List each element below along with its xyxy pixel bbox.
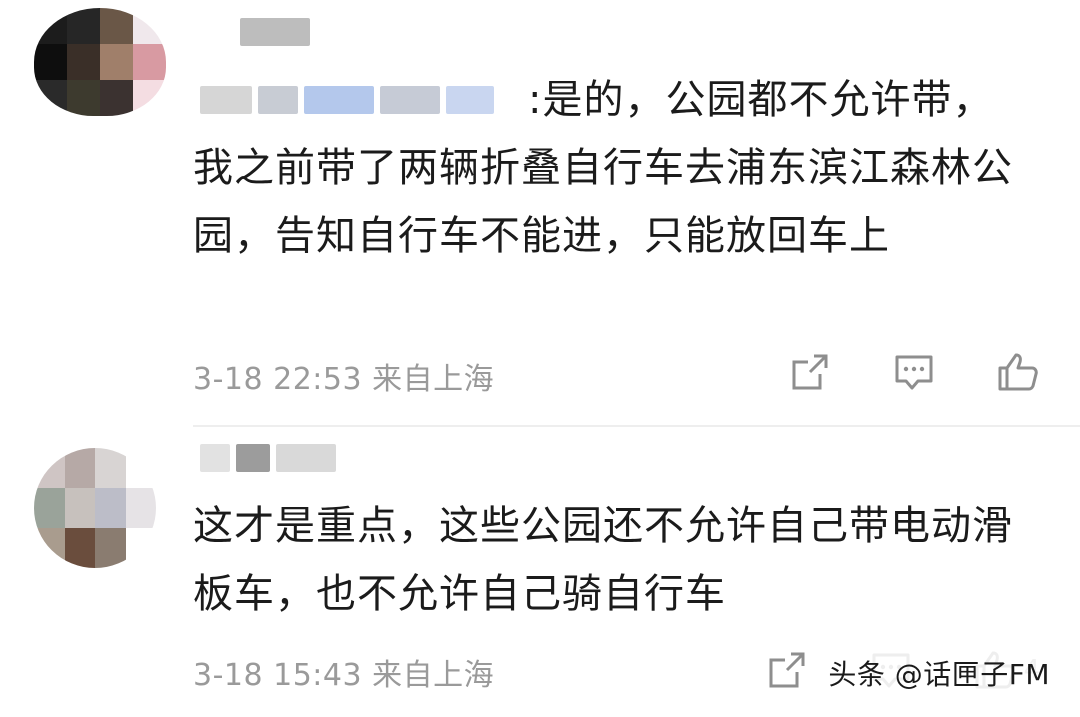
comment-actions <box>788 350 1040 394</box>
comment-text: :是的，公园都不允许带，我之前带了两辆折叠自行车去浦东滨江森林公园，告知自行车不… <box>193 66 1023 270</box>
avatar-pixel <box>34 44 67 80</box>
avatar-pixel <box>100 80 133 116</box>
avatar-pixel <box>67 8 100 44</box>
avatar-pixel <box>100 8 133 44</box>
thumbs-up-icon[interactable] <box>996 350 1040 394</box>
avatar-pixel <box>64 528 95 568</box>
avatar-pixel <box>95 528 126 568</box>
avatar[interactable] <box>34 8 166 116</box>
comment-icon[interactable] <box>892 350 936 394</box>
comment-body: :是的，公园都不允许带，我之前带了两辆折叠自行车去浦东滨江森林公园，告知自行车不… <box>193 77 1013 259</box>
avatar-pixel <box>95 448 126 488</box>
username-blurred[interactable] <box>200 444 336 472</box>
avatar-pixel <box>34 528 65 568</box>
avatar-pixel <box>95 488 126 528</box>
avatar-pixel <box>133 80 166 116</box>
avatar-pixel <box>133 8 166 44</box>
comment-text: 这才是重点，这些公园还不允许自己带电动滑板车，也不允许自己骑自行车 <box>193 503 1013 617</box>
blur-block <box>240 18 310 46</box>
blur-block <box>200 444 230 472</box>
avatar-pixel <box>34 80 67 116</box>
avatar-pixel <box>34 8 67 44</box>
share-icon[interactable] <box>788 350 832 394</box>
watermark: 头条 @话匣子FM <box>822 651 1056 695</box>
avatar-pixel <box>64 488 95 528</box>
avatar-pixel <box>133 44 166 80</box>
divider <box>193 425 1080 427</box>
comment-thread: :是的，公园都不允许带，我之前带了两辆折叠自行车去浦东滨江森林公园，告知自行车不… <box>0 0 1080 717</box>
avatar-pixel <box>67 44 100 80</box>
share-icon[interactable] <box>765 648 809 692</box>
username-blurred[interactable] <box>200 18 310 46</box>
blur-block <box>236 444 270 472</box>
comment-meta: 3-18 15:43 来自上海 <box>193 658 495 693</box>
avatar-pixel <box>125 528 156 568</box>
blur-block <box>276 444 336 472</box>
avatar-pixel <box>34 448 65 488</box>
avatar-pixel <box>100 44 133 80</box>
comment-item: :是的，公园都不允许带，我之前带了两辆折叠自行车去浦东滨江森林公园，告知自行车不… <box>0 0 1080 430</box>
avatar-pixel <box>64 448 95 488</box>
avatar[interactable] <box>34 448 156 568</box>
avatar-pixel <box>34 488 65 528</box>
avatar-pixel <box>125 448 156 488</box>
avatar-pixel <box>125 488 156 528</box>
avatar-pixel <box>67 80 100 116</box>
comment-meta: 3-18 22:53 来自上海 <box>193 362 495 397</box>
